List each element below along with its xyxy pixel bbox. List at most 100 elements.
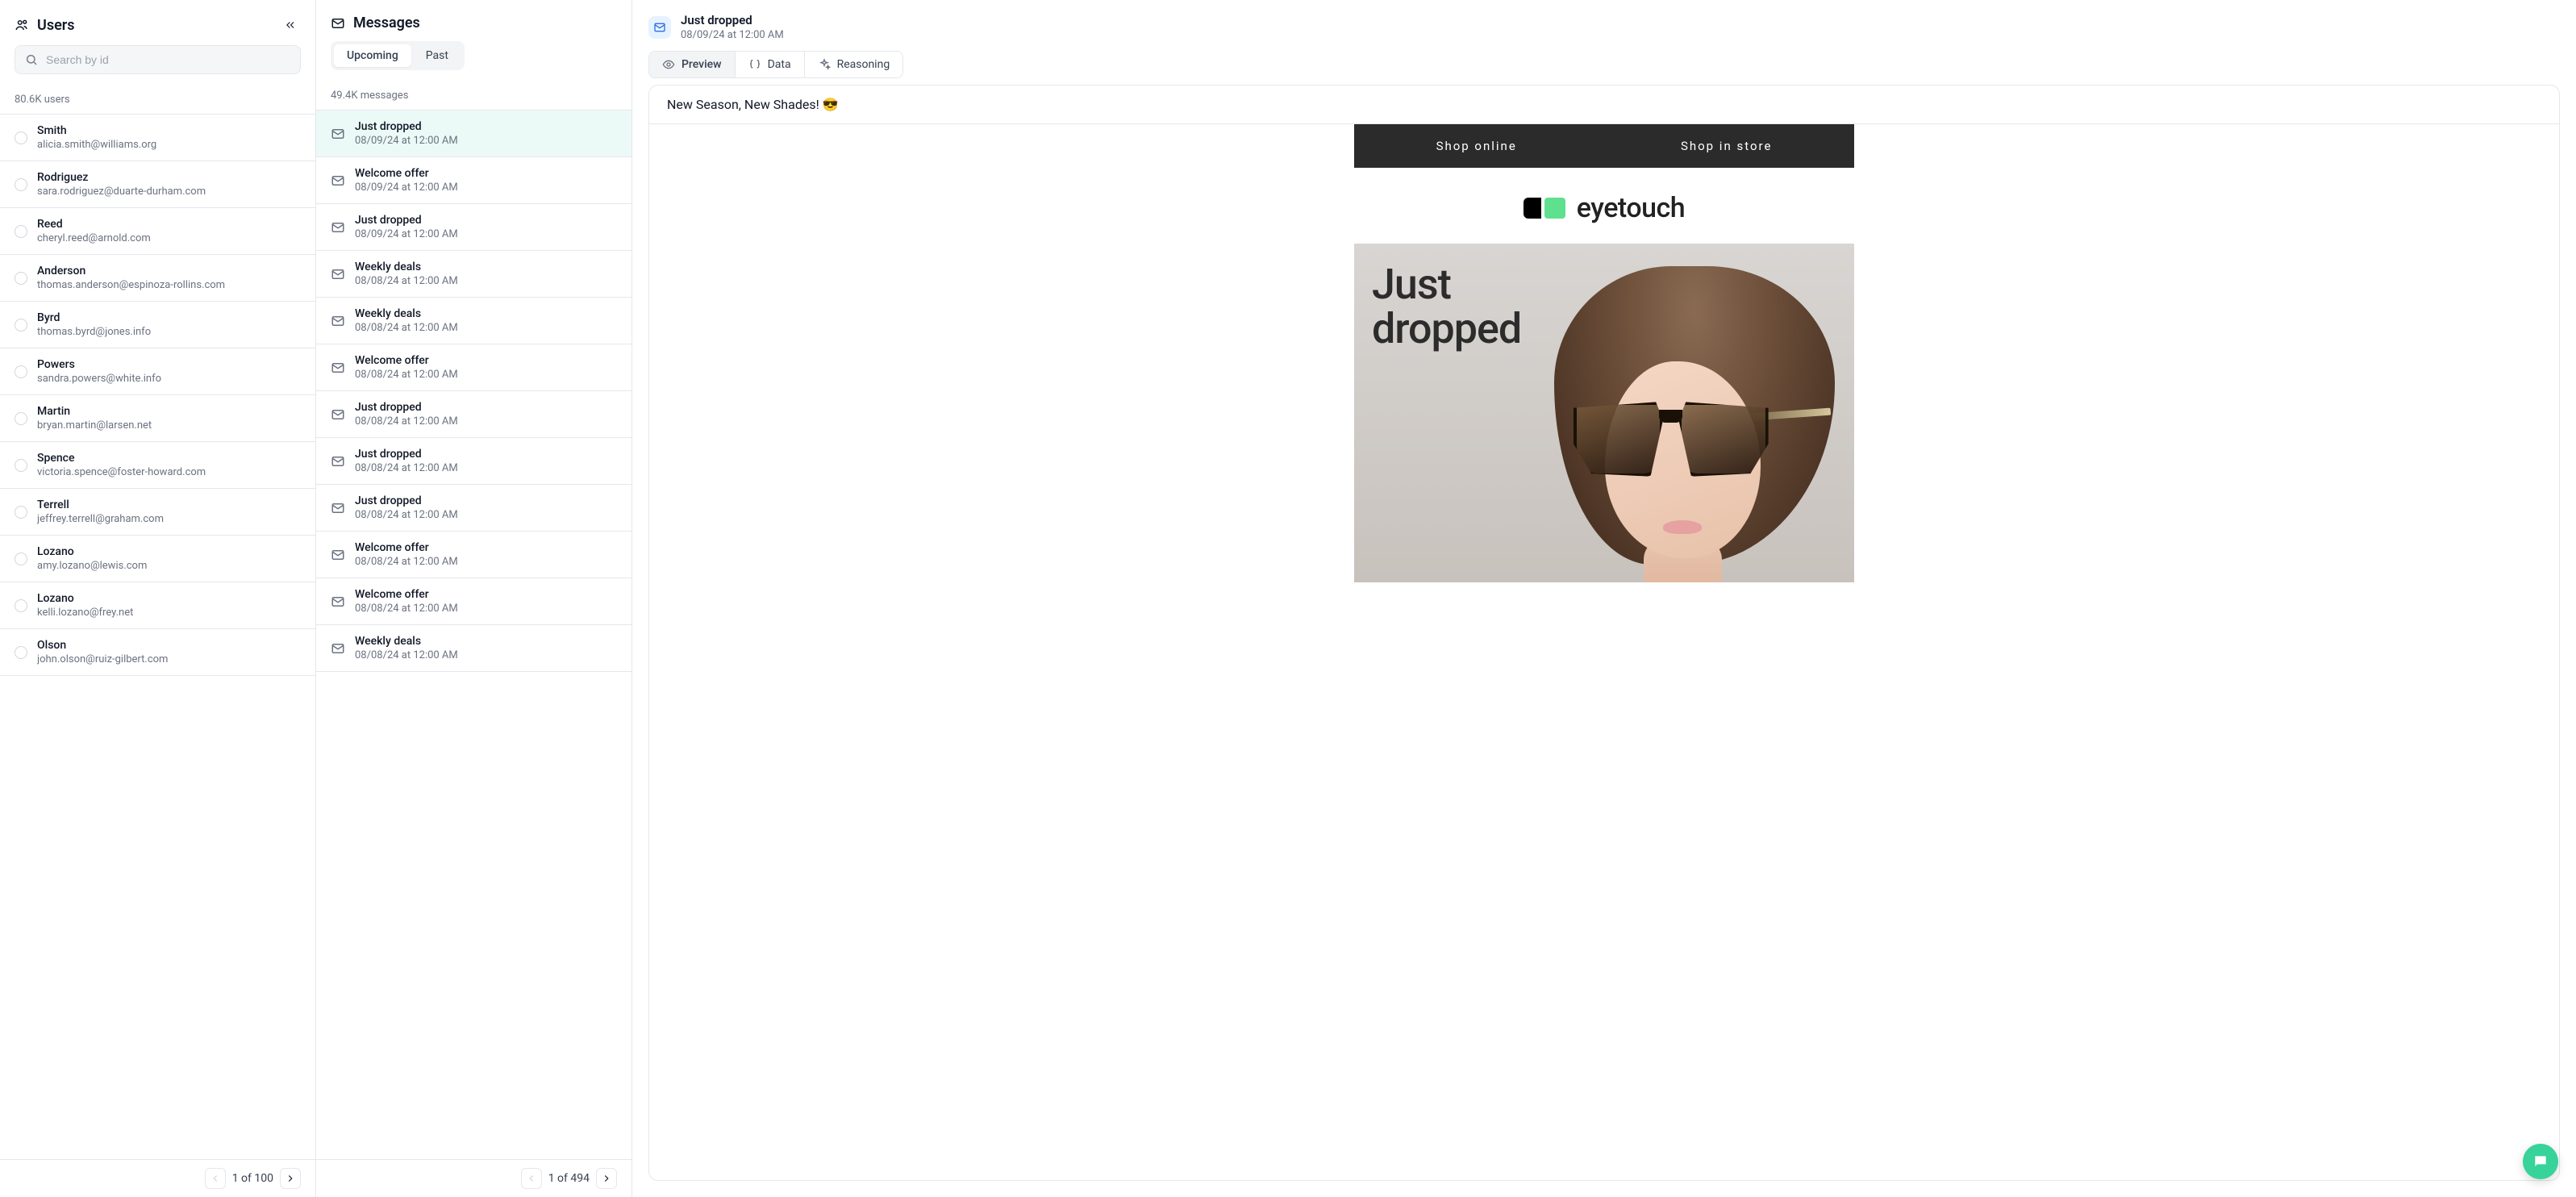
message-timestamp: 08/09/24 at 12:00 AM [355,228,458,240]
user-row[interactable]: Byrdthomas.byrd@jones.info [0,302,315,348]
select-checkbox[interactable] [15,459,27,472]
tab-preview-label: Preview [682,58,722,71]
select-checkbox[interactable] [15,272,27,285]
user-row[interactable]: Rodriguez sara.rodriguez@duarte-durham.co… [0,161,315,208]
select-checkbox[interactable] [15,646,27,659]
user-row[interactable]: Terrelljeffrey.terrell@graham.com [0,489,315,536]
preview-subject: New Season, New Shades! 😎 [649,86,2559,124]
message-row[interactable]: Welcome offer08/08/24 at 12:00 AM [316,578,631,625]
search-input[interactable] [44,52,290,67]
app-root: Users 80.6K users Smithalicia.smith@will… [0,0,2576,1197]
message-title: Just dropped [355,120,458,133]
mail-icon [331,454,345,469]
messages-list[interactable]: Just dropped08/09/24 at 12:00 AMWelcome … [316,111,631,1159]
message-timestamp: 08/08/24 at 12:00 AM [355,556,458,568]
messages-header: Messages Upcoming Past [316,0,631,81]
user-name: Rodriguez [37,171,206,184]
braces-icon [748,58,761,71]
detail-header: Just dropped 08/09/24 at 12:00 AM Previe… [632,0,2576,85]
user-row[interactable]: Lozanoamy.lozano@lewis.com [0,536,315,582]
user-name: Byrd [37,311,151,324]
users-count: 80.6K users [0,86,315,115]
user-row[interactable]: Reedcheryl.reed@arnold.com [0,208,315,255]
message-row[interactable]: Just dropped08/08/24 at 12:00 AM [316,391,631,438]
message-title: Welcome offer [355,167,458,180]
message-timestamp: 08/08/24 at 12:00 AM [355,462,458,474]
shop-in-store-link[interactable]: Shop in store [1681,139,1772,153]
user-name: Martin [37,405,152,418]
message-row[interactable]: Welcome offer08/08/24 at 12:00 AM [316,532,631,578]
tab-upcoming[interactable]: Upcoming [334,44,411,67]
messages-tabs: Upcoming Past [331,41,465,70]
message-row[interactable]: Welcome offer08/09/24 at 12:00 AM [316,157,631,204]
message-row[interactable]: Welcome offer08/08/24 at 12:00 AM [316,344,631,391]
user-row[interactable]: Andersonthomas.anderson@espinoza-rollins… [0,255,315,302]
select-checkbox[interactable] [15,412,27,425]
shop-online-link[interactable]: Shop online [1436,139,1517,153]
messages-pager-label: 1 of 494 [548,1172,590,1185]
users-title: Users [37,17,75,34]
message-title: Just dropped [355,214,458,227]
message-row[interactable]: Weekly deals08/08/24 at 12:00 AM [316,625,631,672]
user-row[interactable]: Powerssandra.powers@white.info [0,348,315,395]
message-row[interactable]: Just dropped 08/09/24 at 12:00 AM [316,111,631,157]
select-checkbox[interactable] [15,553,27,565]
select-checkbox[interactable] [15,225,27,238]
brand-name: eyetouch [1577,192,1685,224]
preview-body[interactable]: Shop online Shop in store eyetouch Just [649,124,2559,1180]
chat-fab[interactable] [2523,1144,2558,1179]
email-logo: eyetouch [1354,168,1854,244]
message-timestamp: 08/08/24 at 12:00 AM [355,509,458,521]
message-title: Just dropped [355,401,458,414]
select-checkbox[interactable] [15,365,27,378]
messages-pager: 1 of 494 [316,1159,631,1197]
users-next-button[interactable] [280,1168,301,1189]
user-row[interactable]: Lozano kelli.lozano@frey.net [0,582,315,629]
message-title: Weekly deals [355,261,458,273]
select-checkbox[interactable] [15,319,27,332]
users-search[interactable] [15,45,301,74]
message-timestamp: 08/09/24 at 12:00 AM [355,135,458,147]
mail-icon [331,641,345,656]
user-email: sara.rodriguez@duarte-durham.com [37,186,206,198]
tab-past[interactable]: Past [413,44,461,67]
message-row[interactable]: Weekly deals08/08/24 at 12:00 AM [316,298,631,344]
message-row[interactable]: Just dropped08/09/24 at 12:00 AM [316,204,631,251]
user-email: victoria.spence@foster-howard.com [37,466,206,478]
users-title-row: Users [15,15,301,35]
message-row[interactable]: Weekly deals08/08/24 at 12:00 AM [316,251,631,298]
tab-preview[interactable]: Preview [649,52,736,77]
tab-reasoning[interactable]: Reasoning [805,52,903,77]
messages-next-button[interactable] [596,1168,617,1189]
user-email: kelli.lozano@frey.net [37,607,133,619]
user-row[interactable]: Martinbryan.martin@larsen.net [0,395,315,442]
detail-mail-icon [648,16,671,39]
message-row[interactable]: Just dropped08/08/24 at 12:00 AM [316,485,631,532]
user-email: cheryl.reed@arnold.com [37,232,151,244]
select-checkbox[interactable] [15,178,27,191]
preview-card: New Season, New Shades! 😎 Shop online Sh… [648,85,2560,1181]
select-checkbox[interactable] [15,506,27,519]
mail-icon [331,361,345,375]
select-checkbox[interactable] [15,131,27,144]
users-list[interactable]: Smithalicia.smith@williams.org Rodriguez s… [0,115,315,1159]
user-name: Spence [37,452,206,465]
message-row[interactable]: Just dropped08/08/24 at 12:00 AM [316,438,631,485]
message-timestamp: 08/08/24 at 12:00 AM [355,415,458,428]
select-checkbox[interactable] [15,599,27,612]
user-row[interactable]: Smithalicia.smith@williams.org [0,115,315,161]
mail-icon [331,220,345,235]
mail-icon [331,314,345,328]
user-name: Lozano [37,545,147,558]
messages-prev-button[interactable] [521,1168,542,1189]
collapse-users-button[interactable] [280,15,301,35]
model-illustration [1464,260,1854,582]
tab-reasoning-label: Reasoning [837,58,890,71]
user-row[interactable]: Spencevictoria.spence@foster-howard.com [0,442,315,489]
tab-data[interactable]: Data [736,52,805,77]
user-name: Lozano [37,592,133,605]
user-row[interactable]: Olsonjohn.olson@ruiz-gilbert.com [0,629,315,676]
users-header: Users [0,0,315,86]
users-prev-button[interactable] [205,1168,226,1189]
user-name: Powers [37,358,161,371]
